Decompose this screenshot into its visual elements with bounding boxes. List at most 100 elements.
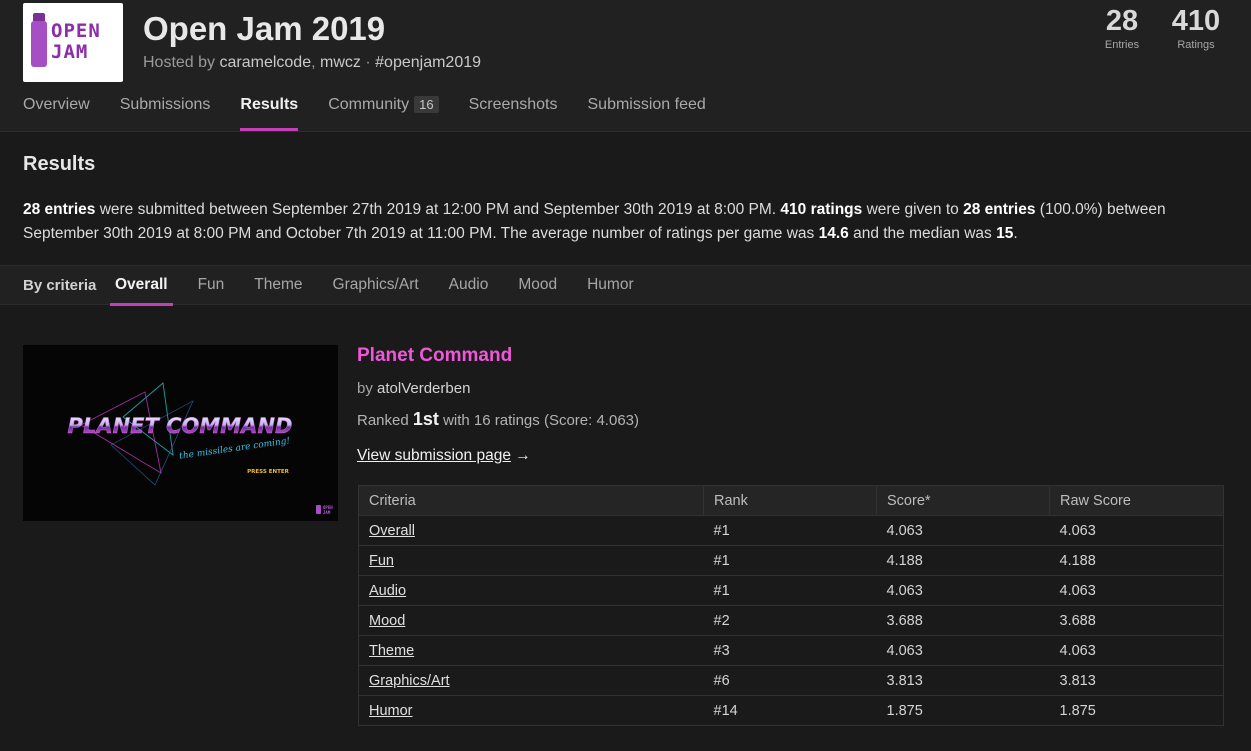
entry-thumbnail-art: PLANET COMMAND the missiles are coming! … bbox=[67, 382, 333, 515]
tab-community[interactable]: Community 16 bbox=[328, 96, 439, 132]
rank-cell: #14 bbox=[703, 695, 877, 726]
entry-author-line: by atolVerderben bbox=[357, 380, 470, 397]
jam-can-icon bbox=[31, 13, 47, 67]
summary-ratings: 410 ratings bbox=[780, 201, 863, 218]
summary-entries: 28 entries bbox=[23, 201, 96, 218]
entry-title[interactable]: Planet Command bbox=[357, 345, 512, 367]
thumb-logo-line2: JAM bbox=[323, 510, 331, 515]
criteria-link-graphics-art[interactable]: Graphics/Art bbox=[369, 673, 450, 689]
criteria-cell: Theme bbox=[358, 635, 704, 666]
criteria-tab-audio[interactable]: Audio bbox=[444, 266, 494, 306]
host-link-caramelcode[interactable]: caramelcode bbox=[220, 54, 312, 71]
tab-submissions[interactable]: Submissions bbox=[120, 96, 211, 132]
raw-score-cell: 4.063 bbox=[1049, 635, 1224, 666]
table-row: Overall #1 4.063 4.063 bbox=[358, 515, 1224, 546]
table-row: Theme #3 4.063 4.063 bbox=[358, 635, 1224, 666]
criteria-tab-humor[interactable]: Humor bbox=[582, 266, 639, 306]
header-criteria: Criteria bbox=[358, 485, 704, 516]
view-submission-label: View submission page bbox=[357, 447, 511, 464]
criteria-link-overall[interactable]: Overall bbox=[369, 523, 415, 539]
criteria-cell: Fun bbox=[358, 545, 704, 576]
criteria-link-audio[interactable]: Audio bbox=[369, 583, 406, 599]
logo-text-line1: OPEN bbox=[51, 20, 101, 42]
rank-cell: #1 bbox=[703, 545, 877, 576]
criteria-link-humor[interactable]: Humor bbox=[369, 703, 413, 719]
criteria-tabs: Overall Fun Theme Graphics/Art Audio Moo… bbox=[110, 266, 659, 306]
scores-table: Criteria Rank Score* Raw Score Overall #… bbox=[358, 485, 1224, 726]
score-cell: 3.688 bbox=[876, 605, 1050, 636]
criteria-link-fun[interactable]: Fun bbox=[369, 553, 394, 569]
table-header-row: Criteria Rank Score* Raw Score bbox=[358, 485, 1224, 516]
summary-median: 15 bbox=[996, 225, 1014, 242]
rank-cell: #3 bbox=[703, 635, 877, 666]
hosted-by: Hosted by caramelcode, mwcz · #openjam20… bbox=[143, 54, 481, 72]
by-prefix: by bbox=[357, 380, 373, 397]
dot-separator: · bbox=[365, 54, 371, 71]
criteria-cell: Humor bbox=[358, 695, 704, 726]
jam-nav-tabs: Overview Submissions Results Community 16… bbox=[23, 96, 736, 132]
summary-rated-entries: 28 entries bbox=[963, 201, 1036, 218]
entry-thumbnail[interactable]: PLANET COMMAND the missiles are coming! … bbox=[23, 345, 338, 521]
header-score: Score* bbox=[876, 485, 1050, 516]
tab-overview[interactable]: Overview bbox=[23, 96, 90, 132]
criteria-tab-graphics-art[interactable]: Graphics/Art bbox=[328, 266, 424, 306]
rank-cell: #1 bbox=[703, 575, 877, 606]
results-heading: Results bbox=[23, 153, 96, 175]
rank-cell: #1 bbox=[703, 515, 877, 546]
entry-rank-line: Ranked 1st with 16 ratings (Score: 4.063… bbox=[357, 409, 639, 430]
host-link-mwcz[interactable]: mwcz bbox=[320, 54, 361, 71]
by-criteria-label: By criteria bbox=[23, 277, 97, 294]
table-row: Mood #2 3.688 3.688 bbox=[358, 605, 1224, 636]
criteria-tab-fun[interactable]: Fun bbox=[193, 266, 230, 306]
criteria-link-mood[interactable]: Mood bbox=[369, 613, 405, 629]
raw-score-cell: 4.063 bbox=[1049, 515, 1224, 546]
summary-average: 14.6 bbox=[818, 225, 849, 242]
rank-place: 1st bbox=[412, 409, 439, 429]
score-cell: 4.063 bbox=[876, 635, 1050, 666]
score-cell: 1.875 bbox=[876, 695, 1050, 726]
ratings-label: Ratings bbox=[1177, 39, 1215, 51]
criteria-tab-overall[interactable]: Overall bbox=[110, 266, 173, 306]
summary-text-1: were submitted between September 27th 20… bbox=[95, 201, 781, 218]
host-separator: , bbox=[311, 54, 316, 71]
criteria-link-theme[interactable]: Theme bbox=[369, 643, 414, 659]
results-summary: 28 entries were submitted between Septem… bbox=[23, 198, 1223, 246]
ratings-stat[interactable]: 410 Ratings bbox=[1166, 5, 1226, 51]
arrow-right-icon: → bbox=[515, 447, 531, 464]
thumb-subtitle-text: the missiles are coming! bbox=[179, 436, 291, 462]
score-cell: 4.063 bbox=[876, 515, 1050, 546]
hashtag-link[interactable]: #openjam2019 bbox=[375, 54, 481, 71]
tab-results[interactable]: Results bbox=[240, 96, 298, 132]
header-raw-score: Raw Score bbox=[1049, 485, 1224, 516]
ranked-suffix: with 16 ratings (Score: 4.063) bbox=[443, 412, 639, 429]
tab-screenshots[interactable]: Screenshots bbox=[469, 96, 558, 132]
thumb-press-enter: PRESS ENTER bbox=[247, 469, 289, 475]
jam-title[interactable]: Open Jam 2019 bbox=[143, 10, 385, 48]
raw-score-cell: 3.688 bbox=[1049, 605, 1224, 636]
score-cell: 4.188 bbox=[876, 545, 1050, 576]
raw-score-cell: 1.875 bbox=[1049, 695, 1224, 726]
view-submission-link[interactable]: View submission page → bbox=[357, 447, 531, 465]
logo-text-line2: JAM bbox=[51, 41, 89, 63]
raw-score-cell: 4.188 bbox=[1049, 545, 1224, 576]
criteria-tab-theme[interactable]: Theme bbox=[249, 266, 307, 306]
entries-stat[interactable]: 28 Entries bbox=[1098, 5, 1146, 51]
criteria-cell: Audio bbox=[358, 575, 704, 606]
jam-header: OPEN JAM Open Jam 2019 Hosted by caramel… bbox=[0, 0, 1251, 132]
jam-logo[interactable]: OPEN JAM bbox=[23, 3, 123, 82]
tab-community-label: Community bbox=[328, 96, 410, 113]
criteria-tab-mood[interactable]: Mood bbox=[513, 266, 562, 306]
ranked-prefix: Ranked bbox=[357, 412, 409, 429]
hosted-prefix: Hosted by bbox=[143, 54, 216, 71]
raw-score-cell: 3.813 bbox=[1049, 665, 1224, 696]
table-row: Fun #1 4.188 4.188 bbox=[358, 545, 1224, 576]
criteria-cell: Mood bbox=[358, 605, 704, 636]
table-row: Audio #1 4.063 4.063 bbox=[358, 575, 1224, 606]
summary-text-5: . bbox=[1013, 225, 1018, 242]
score-cell: 3.813 bbox=[876, 665, 1050, 696]
tab-submission-feed[interactable]: Submission feed bbox=[588, 96, 706, 132]
criteria-cell: Graphics/Art bbox=[358, 665, 704, 696]
criteria-bar: By criteria Overall Fun Theme Graphics/A… bbox=[0, 265, 1251, 306]
community-count-badge: 16 bbox=[414, 96, 439, 113]
author-link[interactable]: atolVerderben bbox=[377, 380, 470, 397]
